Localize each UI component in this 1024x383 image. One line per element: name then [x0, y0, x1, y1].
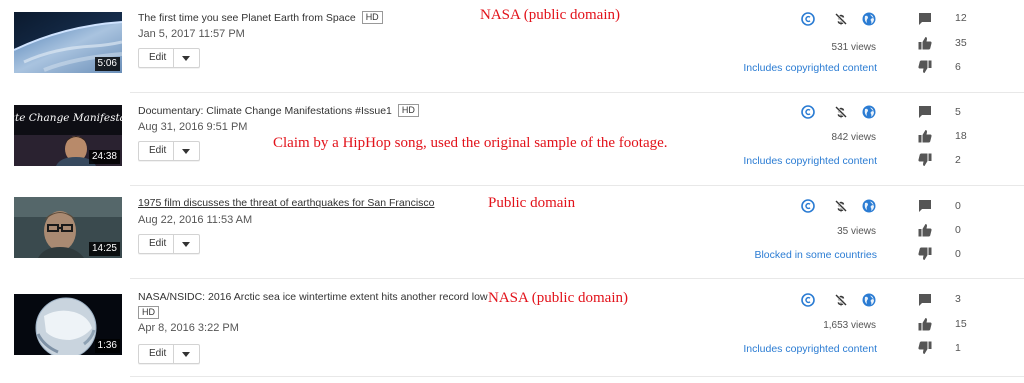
annotation-note: NASA (public domain): [488, 290, 628, 306]
button-divider: [173, 235, 174, 253]
hd-badge-line: HD: [138, 306, 159, 319]
video-title[interactable]: 1975 film discusses the threat of earthq…: [138, 197, 435, 209]
video-duration: 1:36: [94, 339, 120, 353]
dislike-count: 2: [955, 154, 961, 166]
like-count: 18: [955, 130, 967, 142]
copyright-status-link[interactable]: Includes copyrighted content: [743, 62, 877, 74]
public-globe-icon[interactable]: [862, 199, 876, 213]
video-row: Climate Change Manifestations 24:38 Docu…: [0, 93, 1024, 186]
thumbs-down-icon: [918, 60, 932, 73]
annotation-note: Claim by a HipHop song, used the origina…: [273, 135, 668, 151]
copyright-status-link[interactable]: Includes copyrighted content: [743, 155, 877, 167]
view-count: 531 views: [831, 42, 876, 53]
like-count: 15: [955, 318, 967, 330]
video-title-line: The first time you see Planet Earth from…: [138, 11, 383, 24]
thumbs-down-icon: [918, 153, 932, 166]
monetization-off-icon[interactable]: $: [834, 199, 848, 213]
video-duration: 24:38: [88, 150, 120, 164]
button-divider: [173, 49, 174, 67]
thumbnail-caption: Climate Change Manifestations: [14, 112, 122, 124]
thumbs-down-icon: [918, 341, 932, 354]
video-title[interactable]: Documentary: Climate Change Manifestatio…: [138, 105, 392, 117]
comment-count: 0: [955, 200, 961, 212]
chevron-down-icon[interactable]: [182, 352, 190, 357]
annotation-note: Public domain: [488, 195, 576, 211]
comment-icon: [919, 200, 931, 212]
video-date: Apr 8, 2016 3:22 PM: [138, 322, 239, 334]
copyright-status-link[interactable]: Blocked in some countries: [754, 249, 877, 261]
comment-icon: [919, 294, 931, 306]
thumbs-up-icon: [918, 224, 932, 237]
video-duration: 14:25: [88, 242, 120, 256]
comment-count: 5: [955, 106, 961, 118]
comment-icon: [919, 13, 931, 25]
video-thumbnail[interactable]: Climate Change Manifestations 24:38: [14, 105, 122, 166]
video-row: 14:25 1975 film discusses the threat of …: [0, 186, 1024, 279]
hd-badge: HD: [397, 104, 419, 117]
video-duration: 5:06: [94, 57, 120, 71]
row-divider: [130, 376, 1024, 377]
public-globe-icon[interactable]: [862, 12, 876, 26]
copyright-status-link[interactable]: Includes copyrighted content: [743, 343, 877, 355]
annotation-note: NASA (public domain): [480, 7, 620, 23]
like-count: 0: [955, 224, 961, 236]
video-row: 5:06 The first time you see Planet Earth…: [0, 0, 1024, 93]
copyright-icon[interactable]: [801, 293, 815, 307]
comment-icon: [919, 106, 931, 118]
video-row: 1:36 NASA/NSIDC: 2016 Arctic sea ice win…: [0, 279, 1024, 383]
view-count: 842 views: [831, 132, 876, 143]
edit-button-label: Edit: [149, 348, 167, 359]
chevron-down-icon[interactable]: [182, 149, 190, 154]
thumbs-up-icon: [918, 130, 932, 143]
video-thumbnail[interactable]: 5:06: [14, 12, 122, 73]
comment-count: 3: [955, 293, 961, 305]
hd-badge: HD: [138, 306, 159, 319]
hd-badge: HD: [361, 11, 383, 24]
edit-button[interactable]: Edit: [138, 344, 200, 364]
thumbs-up-icon: [918, 318, 932, 331]
video-thumbnail[interactable]: 14:25: [14, 197, 122, 258]
public-globe-icon[interactable]: [862, 105, 876, 119]
button-divider: [173, 345, 174, 363]
comment-count: 12: [955, 12, 967, 24]
monetization-off-icon[interactable]: $: [834, 105, 848, 119]
button-divider: [173, 142, 174, 160]
edit-button[interactable]: Edit: [138, 141, 200, 161]
video-title[interactable]: NASA/NSIDC: 2016 Arctic sea ice winterti…: [138, 291, 488, 303]
view-count: 1,653 views: [823, 320, 876, 331]
edit-button-label: Edit: [149, 145, 167, 156]
monetization-off-icon[interactable]: $: [834, 12, 848, 26]
copyright-icon[interactable]: [801, 105, 815, 119]
chevron-down-icon[interactable]: [182, 56, 190, 61]
thumbs-down-icon: [918, 247, 932, 260]
dislike-count: 6: [955, 61, 961, 73]
dislike-count: 0: [955, 248, 961, 260]
video-thumbnail[interactable]: 1:36: [14, 294, 122, 355]
like-count: 35: [955, 37, 967, 49]
video-date: Jan 5, 2017 11:57 PM: [138, 28, 245, 40]
dislike-count: 1: [955, 342, 961, 354]
edit-button-label: Edit: [149, 238, 167, 249]
copyright-icon[interactable]: [801, 12, 815, 26]
thumbs-up-icon: [918, 37, 932, 50]
video-title[interactable]: The first time you see Planet Earth from…: [138, 12, 356, 24]
chevron-down-icon[interactable]: [182, 242, 190, 247]
edit-button-label: Edit: [149, 52, 167, 63]
public-globe-icon[interactable]: [862, 293, 876, 307]
video-title-line: Documentary: Climate Change Manifestatio…: [138, 104, 419, 117]
monetization-off-icon[interactable]: $: [834, 293, 848, 307]
video-date: Aug 31, 2016 9:51 PM: [138, 121, 248, 133]
edit-button[interactable]: Edit: [138, 48, 200, 68]
copyright-icon[interactable]: [801, 199, 815, 213]
video-date: Aug 22, 2016 11:53 AM: [138, 214, 253, 226]
edit-button[interactable]: Edit: [138, 234, 200, 254]
view-count: 35 views: [837, 226, 876, 237]
